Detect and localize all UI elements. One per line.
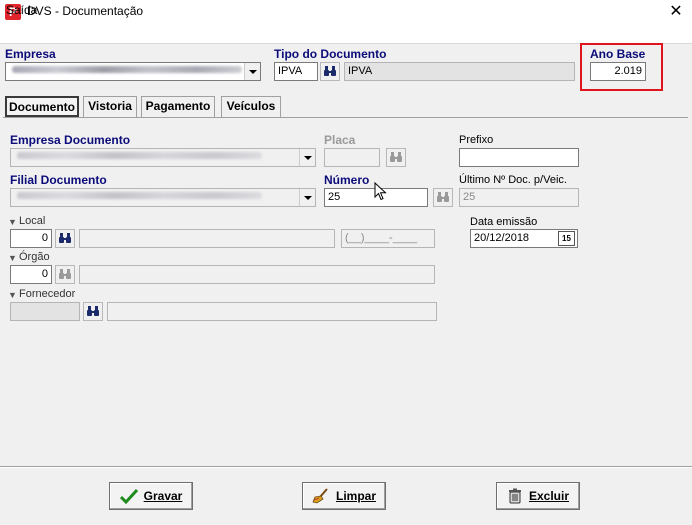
data-emissao-value: 20/12/2018 bbox=[474, 232, 530, 244]
local-input[interactable]: 0 bbox=[10, 229, 52, 248]
ultimo-doc-input: 25 bbox=[459, 188, 579, 207]
empresa-documento-value-redacted bbox=[17, 152, 262, 159]
tipo-documento-code[interactable]: IPVA bbox=[274, 62, 318, 81]
empresa-documento-select[interactable] bbox=[10, 148, 316, 167]
pin-icon: ▼ bbox=[8, 290, 17, 300]
limpar-button[interactable]: Limpar bbox=[302, 482, 386, 510]
placa-search-button[interactable] bbox=[386, 148, 406, 167]
placa-label: Placa bbox=[324, 133, 356, 147]
binoculars-icon bbox=[59, 233, 71, 243]
filial-documento-label: Filial Documento bbox=[10, 173, 107, 187]
chevron-down-icon[interactable] bbox=[244, 63, 260, 80]
local-desc bbox=[79, 229, 335, 248]
mouse-cursor-icon bbox=[374, 182, 387, 201]
orgao-desc bbox=[79, 265, 435, 284]
tab-documento[interactable]: Documento bbox=[5, 96, 79, 117]
pin-icon: ▼ bbox=[8, 217, 17, 227]
tab-veiculos[interactable]: Veículos bbox=[221, 96, 281, 117]
filial-documento-value-redacted bbox=[17, 192, 262, 199]
orgao-input[interactable]: 0 bbox=[10, 265, 52, 284]
filial-documento-select[interactable] bbox=[10, 188, 316, 207]
menu-bar bbox=[0, 24, 692, 44]
local-phone: (__)____-____ bbox=[341, 229, 435, 248]
local-label: Local bbox=[19, 215, 46, 227]
limpar-label: Limpar bbox=[335, 489, 376, 503]
data-emissao-label: Data emissão bbox=[470, 216, 538, 228]
tab-pagamento[interactable]: Pagamento bbox=[141, 96, 215, 117]
fornecedor-desc bbox=[107, 302, 437, 321]
tab-vistoria[interactable]: Vistoria bbox=[83, 96, 137, 117]
empresa-label: Empresa bbox=[5, 47, 56, 61]
tipo-documento-label: Tipo do Documento bbox=[274, 47, 387, 61]
tipo-documento-desc: IPVA bbox=[344, 62, 575, 81]
footer-separator-highlight bbox=[0, 467, 692, 468]
highlight-box bbox=[580, 43, 663, 91]
empresa-select[interactable] bbox=[5, 62, 261, 81]
orgao-label: Órgão bbox=[19, 251, 50, 263]
ultimo-doc-label: Último Nº Doc. p/Veic. bbox=[459, 174, 567, 186]
numero-label: Número bbox=[324, 173, 370, 187]
close-icon[interactable]: ✕ bbox=[664, 1, 688, 23]
checkmark-icon bbox=[119, 488, 138, 504]
binoculars-icon bbox=[390, 152, 402, 162]
gravar-button[interactable]: Gravar bbox=[109, 482, 193, 510]
numero-search-button[interactable] bbox=[433, 188, 453, 207]
chevron-down-icon[interactable] bbox=[299, 189, 315, 206]
empresa-documento-label: Empresa Documento bbox=[10, 133, 131, 147]
prefixo-input[interactable] bbox=[459, 148, 579, 167]
pin-icon: ▼ bbox=[8, 253, 17, 263]
fornecedor-label: Fornecedor bbox=[19, 288, 76, 300]
binoculars-icon bbox=[324, 66, 336, 76]
excluir-button[interactable]: Excluir bbox=[496, 482, 580, 510]
local-search-button[interactable] bbox=[55, 229, 75, 248]
fornecedor-input[interactable] bbox=[10, 302, 80, 321]
binoculars-icon bbox=[87, 306, 99, 316]
chevron-down-icon[interactable] bbox=[299, 149, 315, 166]
binoculars-icon bbox=[437, 192, 449, 202]
calendar-icon[interactable]: 15 bbox=[558, 231, 575, 246]
window-title: DVS - Documentação bbox=[27, 4, 144, 18]
trash-icon bbox=[508, 488, 521, 504]
binoculars-icon bbox=[59, 269, 71, 279]
prefixo-label: Prefixo bbox=[459, 134, 494, 146]
orgao-search-button[interactable] bbox=[55, 265, 75, 284]
menu-item-saida[interactable]: Saída bbox=[6, 3, 37, 17]
gravar-label: Gravar bbox=[143, 489, 183, 503]
fornecedor-search-button[interactable] bbox=[83, 302, 103, 321]
tab-panel bbox=[3, 117, 688, 464]
placa-input[interactable] bbox=[324, 148, 380, 167]
tipo-search-button[interactable] bbox=[320, 62, 340, 81]
data-emissao-input[interactable]: 20/12/2018 15 bbox=[470, 229, 578, 248]
broom-icon bbox=[312, 488, 328, 504]
empresa-value-redacted bbox=[12, 66, 242, 73]
excluir-label: Excluir bbox=[528, 489, 570, 503]
